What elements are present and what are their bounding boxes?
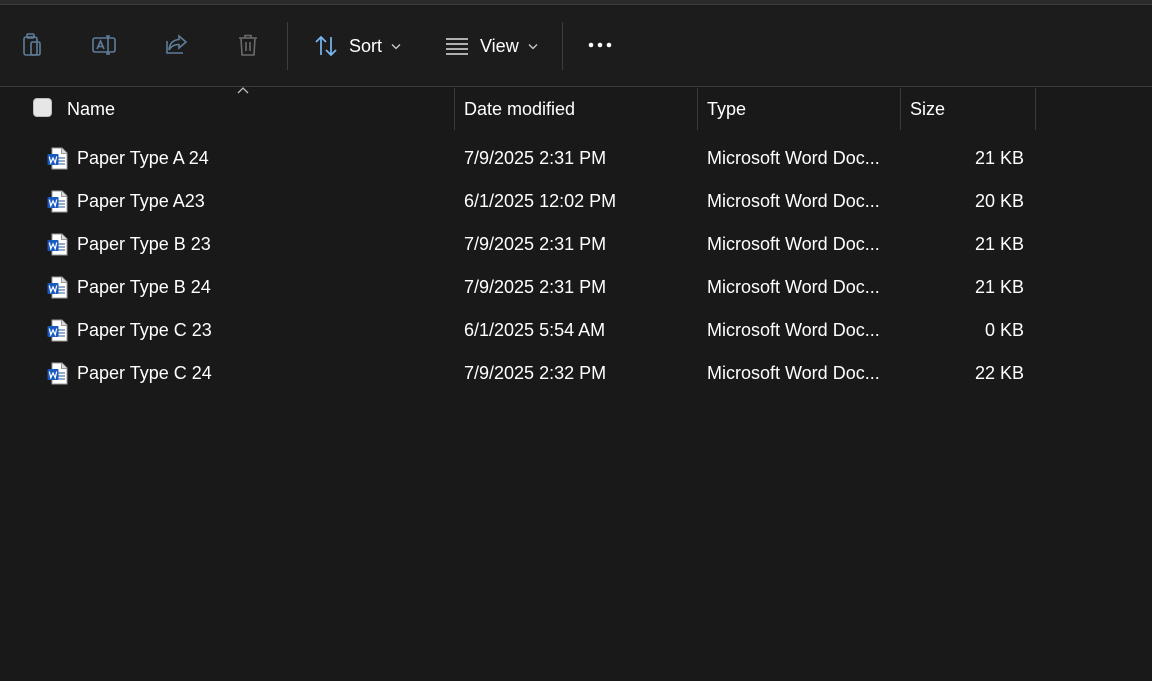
file-name: Paper Type B 24: [77, 277, 211, 297]
file-row[interactable]: Paper Type C 23 6/1/2025 5:54 AM Microso…: [0, 309, 1152, 352]
view-lines-icon: [444, 36, 470, 56]
more-icon[interactable]: [584, 29, 616, 61]
clipboard-icon[interactable]: [16, 29, 48, 61]
file-row[interactable]: Paper Type B 23 7/9/2025 2:31 PM Microso…: [0, 223, 1152, 266]
sort-label: Sort: [349, 35, 383, 56]
file-size: 22 KB: [974, 363, 1024, 383]
view-label: View: [480, 35, 519, 56]
toolbar-separator: [287, 22, 288, 70]
file-list: Paper Type A 24 7/9/2025 2:31 PM Microso…: [0, 137, 1152, 395]
file-date-modified: 7/9/2025 2:31 PM: [464, 277, 607, 297]
file-type: Microsoft Word Doc...: [707, 234, 880, 254]
column-divider[interactable]: [697, 88, 698, 130]
word-document-icon: [47, 362, 68, 385]
file-date-modified: 6/1/2025 12:02 PM: [464, 191, 617, 211]
view-button[interactable]: View: [440, 29, 542, 63]
word-document-icon: [47, 276, 68, 299]
file-row[interactable]: Paper Type C 24 7/9/2025 2:32 PM Microso…: [0, 352, 1152, 395]
file-date-modified: 7/9/2025 2:31 PM: [464, 148, 607, 168]
file-type: Microsoft Word Doc...: [707, 148, 880, 168]
file-size: 21 KB: [974, 234, 1024, 254]
file-date-modified: 7/9/2025 2:32 PM: [464, 363, 607, 383]
rename-icon[interactable]: [88, 29, 120, 61]
file-type: Microsoft Word Doc...: [707, 277, 880, 297]
word-document-icon: [47, 233, 68, 256]
file-name: Paper Type B 23: [77, 234, 211, 254]
column-header-row: Name Date modified Type Size: [0, 87, 1152, 130]
file-date-modified: 6/1/2025 5:54 AM: [464, 320, 606, 340]
file-size: 21 KB: [974, 148, 1024, 168]
share-icon[interactable]: [160, 29, 192, 61]
trash-icon[interactable]: [232, 29, 264, 61]
column-divider[interactable]: [454, 88, 455, 130]
file-size: 0 KB: [984, 320, 1024, 340]
file-type: Microsoft Word Doc...: [707, 363, 880, 383]
word-document-icon: [47, 319, 68, 342]
chevron-down-icon: [391, 43, 401, 50]
file-date-modified: 7/9/2025 2:31 PM: [464, 234, 607, 254]
column-divider[interactable]: [900, 88, 901, 130]
sort-icon: [313, 34, 339, 58]
file-type: Microsoft Word Doc...: [707, 191, 880, 211]
file-name: Paper Type A 24: [77, 148, 209, 168]
column-divider[interactable]: [1035, 88, 1036, 130]
select-all-checkbox[interactable]: [33, 98, 52, 117]
column-header-size[interactable]: Size: [910, 88, 945, 130]
word-document-icon: [47, 147, 68, 170]
file-name: Paper Type C 23: [77, 320, 212, 340]
file-size: 20 KB: [974, 191, 1024, 211]
word-document-icon: [47, 190, 68, 213]
file-size: 21 KB: [974, 277, 1024, 297]
file-name: Paper Type C 24: [77, 363, 212, 383]
column-header-type[interactable]: Type: [707, 88, 746, 130]
sort-button[interactable]: Sort: [309, 29, 405, 63]
column-header-name[interactable]: Name: [67, 88, 115, 130]
file-row[interactable]: Paper Type A 24 7/9/2025 2:31 PM Microso…: [0, 137, 1152, 180]
column-header-date[interactable]: Date modified: [464, 88, 575, 130]
sort-ascending-icon: [237, 87, 249, 94]
file-row[interactable]: Paper Type B 24 7/9/2025 2:31 PM Microso…: [0, 266, 1152, 309]
file-name: Paper Type A23: [77, 191, 205, 211]
command-bar: Sort View: [0, 5, 1152, 87]
toolbar-separator: [562, 22, 563, 70]
file-row[interactable]: Paper Type A23 6/1/2025 12:02 PM Microso…: [0, 180, 1152, 223]
file-type: Microsoft Word Doc...: [707, 320, 880, 340]
chevron-down-icon: [528, 43, 538, 50]
